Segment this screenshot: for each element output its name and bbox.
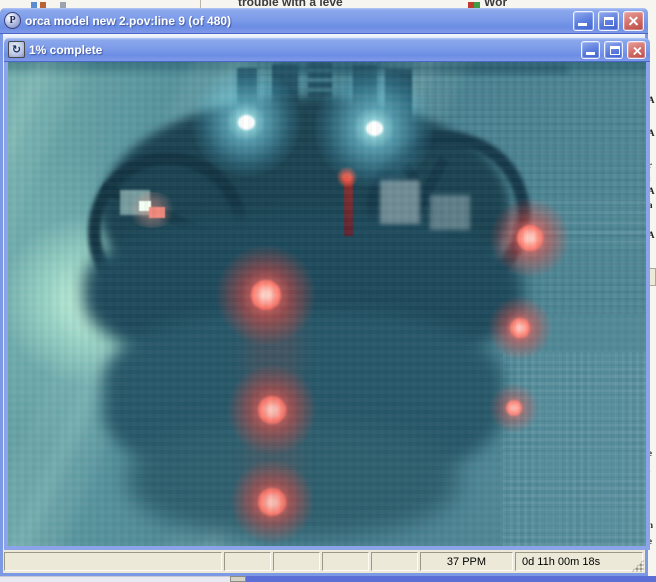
close-icon [624, 12, 643, 30]
minimize-icon [586, 52, 595, 55]
screen: trouble with a leve Wor A A r : A a A e … [0, 0, 656, 582]
maximize-icon [610, 46, 620, 55]
maximize-icon [604, 17, 614, 26]
close-button[interactable] [623, 11, 644, 31]
toolbar-separator [200, 0, 201, 8]
render-close-button[interactable] [627, 41, 646, 59]
render-window-title: 1% complete [29, 43, 577, 57]
status-bar: 37 PPM 0d 11h 00m 18s [3, 549, 645, 573]
status-panel [273, 552, 320, 571]
status-panel [322, 552, 369, 571]
status-panel [224, 552, 271, 571]
status-panel-ppm: 37 PPM [420, 552, 513, 571]
povray-app-icon: P [4, 12, 21, 29]
render-title-bar[interactable]: ↻ 1% complete [4, 38, 650, 62]
mosaic-pixel-overlay [8, 62, 646, 546]
main-window-title: orca model new 2.pov:line 9 (of 480) [25, 14, 569, 28]
window-edge-fragment [246, 576, 656, 582]
main-title-bar[interactable]: P orca model new 2.pov:line 9 (of 480) [0, 8, 648, 34]
close-icon [629, 42, 644, 56]
editor-top-strip: trouble with a leve Wor [0, 0, 656, 8]
minimize-icon [578, 23, 587, 26]
editor-hscroll-track[interactable] [0, 576, 246, 582]
status-panel-elapsed-time: 0d 11h 00m 18s [515, 552, 643, 571]
render-window: ↻ 1% complete [4, 38, 650, 550]
status-panel [371, 552, 418, 571]
minimize-button[interactable] [573, 11, 594, 31]
render-maximize-button[interactable] [604, 41, 623, 59]
text-fragment: Wor [484, 0, 544, 8]
render-minimize-button[interactable] [581, 41, 600, 59]
text-fragment: trouble with a leve [238, 0, 398, 8]
status-panel-message [4, 552, 222, 571]
editor-hscroll-thumb[interactable] [230, 576, 246, 582]
render-canvas [8, 62, 646, 546]
render-window-icon: ↻ [8, 41, 25, 58]
maximize-button[interactable] [598, 11, 619, 31]
